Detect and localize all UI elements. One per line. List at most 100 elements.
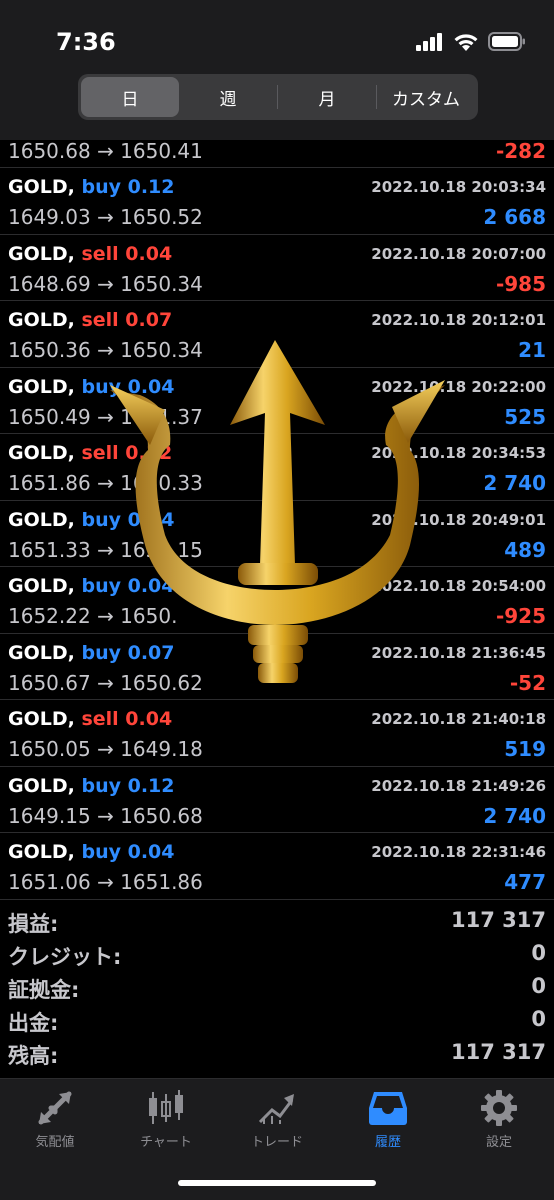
trade-date: 2022.10.18 20:07:00: [371, 244, 546, 263]
trade-row[interactable]: GOLD, buy 0.07 2022.10.18 21:36:45 1650.67…: [0, 634, 554, 700]
wifi-icon: [454, 34, 478, 51]
trade-symbol-side: GOLD, buy 0.04: [8, 575, 174, 597]
trade-symbol: GOLD,: [8, 841, 75, 863]
trade-symbol: GOLD,: [8, 309, 75, 331]
summary-profit-value: 117 317: [451, 908, 546, 932]
trade-side: sell 0.12: [81, 442, 173, 464]
trade-date: 2022.10.18 20:54:00: [371, 577, 546, 595]
tab-settings-label: 設定: [485, 1135, 512, 1150]
trade-row[interactable]: GOLD, buy 0.04 2022.10.18 20:22:00 1650.49…: [0, 368, 554, 434]
tab-month-label: 月: [318, 89, 336, 110]
trade-profit: 519: [504, 737, 546, 761]
trade-row[interactable]: GOLD, sell 0.07 2022.10.18 20:12:01 1650.3…: [0, 301, 554, 368]
trade-symbol-side: GOLD, sell 0.12: [8, 442, 172, 464]
trade-side: buy 0.04: [81, 375, 175, 398]
summary-credit-value: 0: [531, 941, 546, 965]
trade-row[interactable]: GOLD, sell 0.12 2022.10.18 20:34:53 1651.8…: [0, 434, 554, 501]
quotes-arrows-icon: [38, 1091, 72, 1125]
trade-side: buy 0.07: [81, 641, 175, 664]
history-header: 日 週 月 カスタム: [0, 70, 554, 140]
tab-day[interactable]: 日: [81, 77, 179, 117]
trade-history-list: 1650.68 → 1650.41 -282 GOLD, buy 0.12 202…: [0, 139, 554, 900]
trade-profit: -985: [495, 271, 546, 296]
trade-date: 2022.10.18 21:49:26: [371, 776, 546, 795]
trade-symbol: GOLD,: [8, 242, 75, 265]
trade-symbol-side: GOLD, buy 0.04: [8, 509, 174, 531]
trade-row[interactable]: GOLD, buy 0.12 2022.10.18 20:03:34 1649.03…: [0, 168, 554, 235]
inbox-tray-icon: [369, 1092, 407, 1125]
trade-row-partial[interactable]: 1650.68 → 1650.41 -282: [0, 139, 554, 168]
trade-date: 2022.10.18 22:31:46: [371, 843, 546, 861]
battery-icon: [488, 32, 525, 51]
trade-symbol: GOLD,: [8, 708, 75, 730]
trade-symbol: GOLD,: [8, 774, 75, 797]
tab-quotes[interactable]: 気配値: [0, 1089, 110, 1150]
summary-deposit-value: 0: [531, 974, 546, 998]
trade-side: buy 0.04: [81, 575, 175, 597]
trade-row[interactable]: GOLD, sell 0.04 2022.10.18 21:40:18 1650.0…: [0, 700, 554, 767]
tab-chart-label: チャート: [140, 1135, 192, 1150]
trade-date: 2022.10.18 20:03:34: [371, 178, 546, 196]
cellular-signal-icon: [416, 32, 442, 51]
trade-prices: 1648.69 → 1650.34: [8, 271, 203, 296]
trade-profit: -52: [509, 670, 546, 695]
trade-prices: 1651.86 → 1650.33: [8, 471, 203, 495]
trade-symbol: GOLD,: [8, 508, 75, 531]
trade-date: 2022.10.18 21:36:45: [371, 643, 546, 662]
trade-row[interactable]: GOLD, buy 0.04 2022.10.18 20:54:00 1652.22…: [0, 567, 554, 634]
tab-history[interactable]: 履歴: [333, 1089, 443, 1150]
summary-credit: クレジット: 0: [0, 939, 554, 972]
trade-profit: 525: [504, 404, 546, 429]
summary-withdrawal: 出金: 0: [0, 1005, 554, 1038]
summary-withdrawal-label: 出金:: [8, 1011, 59, 1035]
candlestick-chart-icon: [149, 1090, 183, 1124]
trade-symbol: GOLD,: [8, 442, 75, 464]
tab-month[interactable]: 月: [278, 77, 376, 117]
tab-trade-label: トレード: [250, 1135, 303, 1150]
trade-symbol-side: GOLD, buy 0.12: [8, 176, 174, 198]
trade-symbol-side: GOLD, buy 0.12: [8, 775, 174, 797]
tab-day-label: 日: [121, 89, 139, 110]
history-summary: 損益: 117 317 クレジット: 0 証拠金: 0 出金: 0 残高: 11…: [0, 906, 554, 1071]
trade-row[interactable]: GOLD, buy 0.12 2022.10.18 21:49:26 1649.15…: [0, 767, 554, 833]
trade-side: sell 0.07: [81, 309, 173, 331]
trade-side: buy 0.12: [81, 774, 175, 797]
trade-symbol: GOLD,: [8, 575, 75, 597]
summary-credit-label: クレジット:: [8, 945, 122, 969]
summary-balance-label: 残高:: [8, 1044, 59, 1068]
tab-custom[interactable]: カスタム: [377, 77, 475, 117]
tab-settings[interactable]: 設定: [444, 1089, 554, 1150]
trade-symbol: GOLD,: [8, 176, 75, 198]
trade-prices: 1650.68 → 1650.41: [8, 139, 203, 163]
trade-prices: 1650.05 → 1649.18: [8, 737, 203, 761]
trade-profit: 477: [504, 870, 546, 894]
trade-profit: -282: [495, 139, 546, 163]
trade-row[interactable]: GOLD, sell 0.04 2022.10.18 20:07:00 1648.6…: [0, 235, 554, 301]
summary-balance: 残高: 117 317: [0, 1038, 554, 1071]
gear-icon: [481, 1090, 517, 1126]
trade-row[interactable]: GOLD, buy 0.04 2022.10.18 20:49:01 1651.33…: [0, 501, 554, 567]
tab-week[interactable]: 週: [179, 77, 277, 117]
trade-profit: 2 740: [483, 471, 546, 495]
trade-chart-icon: [258, 1094, 294, 1124]
trade-row[interactable]: GOLD, buy 0.04 2022.10.18 22:31:46 1651.06…: [0, 833, 554, 900]
tab-trade[interactable]: トレード: [222, 1089, 332, 1150]
trade-side: sell 0.04: [81, 708, 173, 730]
status-bar: 7:36: [0, 0, 554, 70]
trade-prices: 1651.06 → 1651.86: [8, 870, 203, 894]
status-icons: [416, 32, 526, 51]
tab-chart[interactable]: チャート: [111, 1089, 221, 1150]
summary-deposit: 証拠金: 0: [0, 972, 554, 1005]
trade-profit: 2 740: [483, 803, 546, 828]
trade-date: 2022.10.18 21:40:18: [371, 710, 546, 728]
trade-profit: 489: [504, 537, 546, 562]
trade-prices: 1650.49 → 1651.37: [8, 404, 203, 429]
summary-deposit-label: 証拠金:: [8, 978, 80, 1002]
tab-custom-label: カスタム: [392, 89, 460, 110]
trade-symbol-side: GOLD, sell 0.04: [8, 708, 172, 730]
status-time: 7:36: [56, 28, 116, 56]
trade-symbol: GOLD,: [8, 375, 75, 398]
summary-profit: 損益: 117 317: [0, 906, 554, 939]
trade-date: 2022.10.18 20:49:01: [371, 510, 546, 529]
period-segmented-control: 日 週 月 カスタム: [78, 74, 478, 120]
